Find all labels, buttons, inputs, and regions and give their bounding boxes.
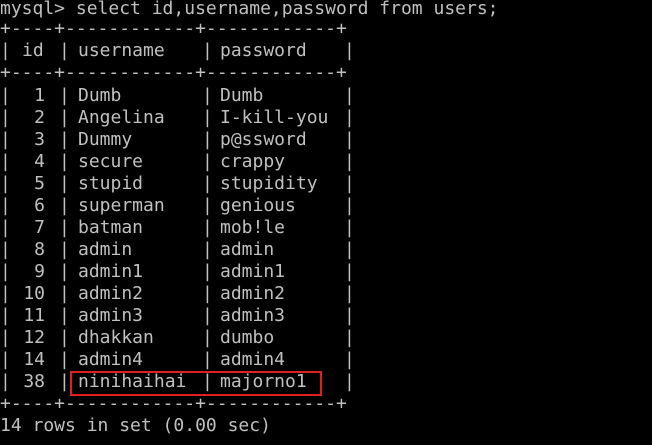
cell-password: I-kill-you [220, 107, 329, 128]
cell-id: 1 [34, 85, 45, 106]
cell-username: admin1 [78, 261, 144, 282]
cell-password: stupidity [220, 173, 318, 194]
pipe: | [59, 129, 70, 150]
pipe: | [202, 173, 213, 194]
cell-id: 12 [23, 327, 45, 348]
cell-username: admin4 [78, 349, 144, 370]
pipe-right: | [344, 261, 355, 282]
cell-id: 10 [23, 283, 45, 304]
header-password: password [220, 40, 307, 61]
pipe: | [202, 327, 213, 348]
table-border-bottom: +----+------------+------------+ [0, 393, 347, 414]
cell-username: admin2 [78, 283, 144, 304]
pipe-right: | [344, 283, 355, 304]
header-id: id [22, 40, 44, 61]
pipe-left: | [0, 40, 11, 61]
cell-password: admin3 [220, 305, 286, 326]
cell-username: Angelina [78, 107, 165, 128]
cell-password: admin4 [220, 349, 286, 370]
cell-id: 9 [34, 261, 45, 282]
table-border-top: +----+------------+------------+ [0, 18, 347, 39]
cell-id: 38 [23, 371, 45, 392]
pipe: | [59, 85, 70, 106]
pipe-right: | [344, 40, 355, 61]
cell-password: genious [220, 195, 296, 216]
cell-username: Dumb [78, 85, 122, 106]
pipe: | [59, 217, 70, 238]
cell-username: stupid [78, 173, 144, 194]
pipe: | [59, 349, 70, 370]
pipe: | [59, 239, 70, 260]
pipe-right: | [344, 305, 355, 326]
pipe: | [202, 239, 213, 260]
pipe: | [59, 173, 70, 194]
pipe: | [202, 305, 213, 326]
cell-password: Dumb [220, 85, 264, 106]
cell-password: admin [220, 239, 275, 260]
pipe-right: | [344, 195, 355, 216]
pipe-right: | [344, 349, 355, 370]
pipe: | [202, 107, 213, 128]
table-header: | id | username | password | [0, 40, 355, 62]
pipe-right: | [344, 151, 355, 172]
cell-username: batman [78, 217, 144, 238]
table-border-mid: +----+------------+------------+ [0, 62, 347, 83]
cell-username: admin3 [78, 305, 144, 326]
pipe: | [202, 261, 213, 282]
pipe: | [59, 371, 70, 392]
cell-password: admin1 [220, 261, 286, 282]
cell-username: dhakkan [78, 327, 154, 348]
cell-password: mob!le [220, 217, 286, 238]
cell-id: 2 [34, 107, 45, 128]
pipe-right: | [344, 327, 355, 348]
cell-username: secure [78, 151, 144, 172]
pipe-right: | [344, 129, 355, 150]
pipe: | [202, 151, 213, 172]
cell-password: dumbo [220, 327, 275, 348]
pipe-right: | [344, 173, 355, 194]
pipe: | [59, 283, 70, 304]
pipe: | [59, 151, 70, 172]
header-username: username [78, 40, 165, 61]
status-line: 14 rows in set (0.00 sec) [0, 415, 271, 436]
pipe: | [59, 40, 70, 61]
pipe: | [59, 261, 70, 282]
cell-username: admin [78, 239, 133, 260]
pipe: | [202, 129, 213, 150]
pipe: | [202, 40, 213, 61]
pipe-right: | [344, 107, 355, 128]
pipe: | [59, 107, 70, 128]
pipe: | [202, 349, 213, 370]
cell-id: 3 [34, 129, 45, 150]
cell-password: crappy [220, 151, 286, 172]
cell-id: 8 [34, 239, 45, 260]
cell-username: Dummy [78, 129, 133, 150]
cell-username: superman [78, 195, 165, 216]
pipe: | [202, 283, 213, 304]
pipe: | [202, 85, 213, 106]
cell-id: 7 [34, 217, 45, 238]
cell-id: 5 [34, 173, 45, 194]
pipe: | [59, 195, 70, 216]
cell-id: 11 [23, 305, 45, 326]
pipe: | [59, 327, 70, 348]
pipe-right: | [344, 371, 355, 392]
pipe: | [202, 217, 213, 238]
pipe: | [202, 195, 213, 216]
cell-id: 4 [34, 151, 45, 172]
pipe-right: | [344, 239, 355, 260]
cell-id: 14 [23, 349, 45, 370]
pipe-right: | [344, 217, 355, 238]
pipe: | [59, 305, 70, 326]
cell-password: admin2 [220, 283, 286, 304]
cell-password: p@ssword [220, 129, 307, 150]
pipe-right: | [344, 85, 355, 106]
command-line: mysql> select id,username,password from … [0, 0, 499, 19]
cell-id: 6 [34, 195, 45, 216]
